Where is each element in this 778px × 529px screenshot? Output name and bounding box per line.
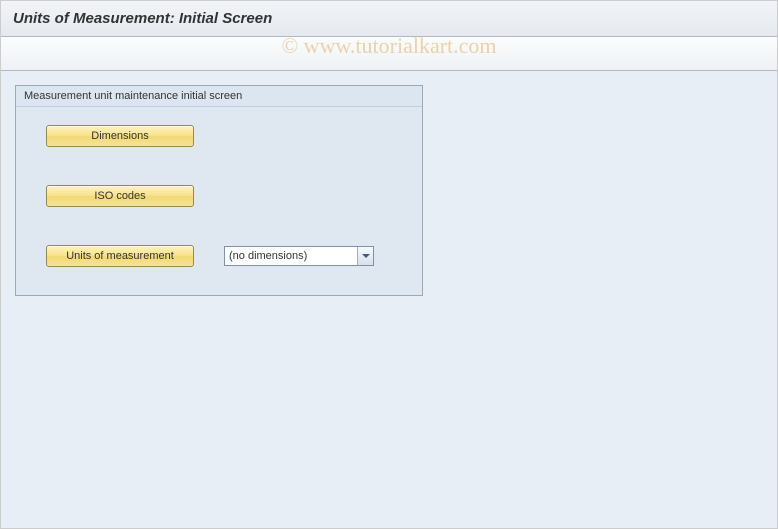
page-title: Units of Measurement: Initial Screen xyxy=(13,10,272,27)
content-area: Measurement unit maintenance initial scr… xyxy=(1,71,777,310)
title-bar: Units of Measurement: Initial Screen xyxy=(1,1,777,37)
maintenance-groupbox: Measurement unit maintenance initial scr… xyxy=(15,85,423,296)
row-dimensions: Dimensions xyxy=(46,125,392,147)
groupbox-title: Measurement unit maintenance initial scr… xyxy=(16,86,422,107)
groupbox-body: Dimensions ISO codes Units of measuremen… xyxy=(16,107,422,267)
toolbar-strip xyxy=(1,37,777,71)
row-iso-codes: ISO codes xyxy=(46,185,392,207)
units-of-measurement-button[interactable]: Units of measurement xyxy=(46,245,194,267)
dimension-select[interactable]: (no dimensions) xyxy=(224,246,374,266)
dimensions-button[interactable]: Dimensions xyxy=(46,125,194,147)
dimension-select-wrap: (no dimensions) xyxy=(224,246,374,266)
row-units: Units of measurement (no dimensions) xyxy=(46,245,392,267)
iso-codes-button[interactable]: ISO codes xyxy=(46,185,194,207)
